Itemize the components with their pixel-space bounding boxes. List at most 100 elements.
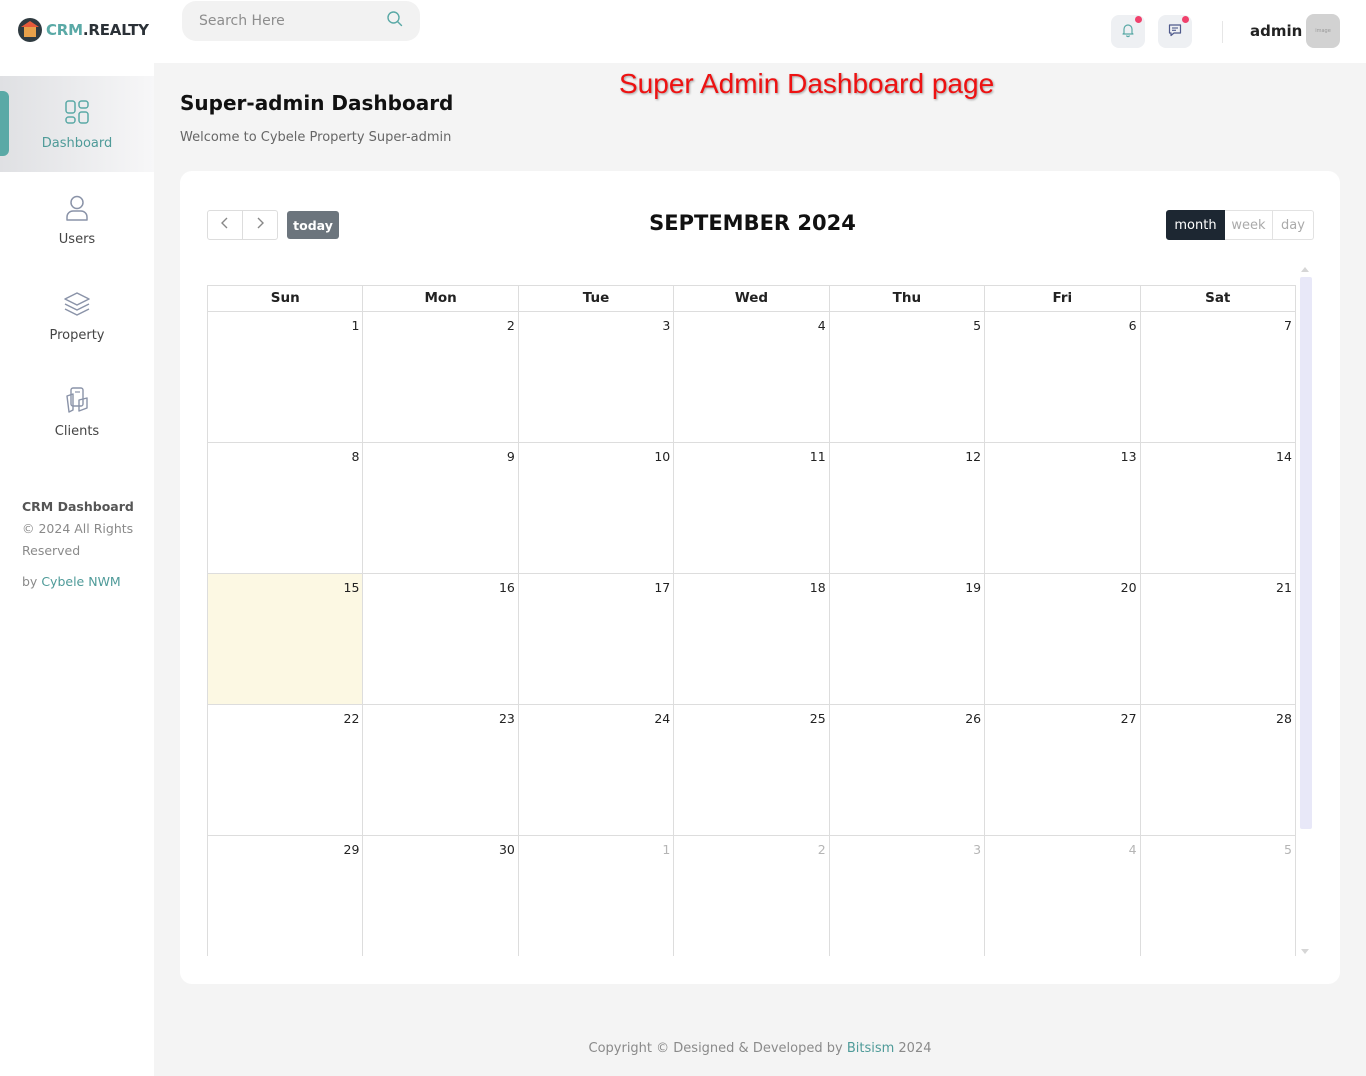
weekday-header: Wed bbox=[673, 286, 828, 311]
sidebar-brand: CRM Dashboard bbox=[22, 499, 134, 514]
logo[interactable]: CRM.REALTY bbox=[18, 18, 149, 42]
calendar-day-cell-other-month[interactable]: 2 bbox=[673, 836, 828, 956]
top-header: CRM.REALTY admin image bbox=[0, 0, 1366, 63]
day-number: 3 bbox=[973, 842, 982, 857]
calendar-day-cell[interactable]: 20 bbox=[984, 574, 1139, 704]
weekday-header: Thu bbox=[828, 286, 984, 311]
search-input[interactable] bbox=[182, 1, 382, 41]
day-number: 22 bbox=[343, 711, 360, 726]
calendar-day-cell[interactable]: 6 bbox=[984, 312, 1139, 442]
day-number: 5 bbox=[973, 318, 982, 333]
calendar-day-cell-other-month[interactable]: 1 bbox=[517, 836, 673, 956]
calendar-day-cell[interactable]: 27 bbox=[984, 705, 1139, 835]
sidebar-item-dashboard[interactable]: Dashboard bbox=[0, 76, 154, 172]
day-number: 1 bbox=[351, 318, 360, 333]
calendar-day-cell[interactable]: 26 bbox=[828, 705, 984, 835]
calendar-day-cell-other-month[interactable]: 3 bbox=[828, 836, 984, 956]
calendar-day-cell[interactable]: 13 bbox=[984, 443, 1139, 573]
calendar-day-cell[interactable]: 24 bbox=[517, 705, 673, 835]
weekday-header: Sat bbox=[1139, 286, 1295, 311]
day-number: 15 bbox=[343, 580, 360, 595]
calendar-day-cell[interactable]: 12 bbox=[828, 443, 984, 573]
calendar-day-cell[interactable]: 7 bbox=[1139, 312, 1295, 442]
calendar-day-cell[interactable]: 11 bbox=[673, 443, 828, 573]
notifications-button[interactable] bbox=[1111, 15, 1145, 48]
logo-crm: CRM bbox=[46, 21, 83, 39]
logo-text: CRM.REALTY bbox=[46, 21, 149, 39]
calendar-day-cell[interactable]: 14 bbox=[1139, 443, 1295, 573]
calendar-day-cell-other-month[interactable]: 4 bbox=[984, 836, 1139, 956]
day-number: 18 bbox=[809, 580, 826, 595]
day-number: 14 bbox=[1276, 449, 1292, 464]
calendar-day-cell[interactable]: 2 bbox=[362, 312, 517, 442]
day-number: 28 bbox=[1276, 711, 1292, 726]
calendar-week-row: 29 30 1 2 3 4 5 bbox=[207, 836, 1296, 956]
calendar-day-cell[interactable]: 29 bbox=[208, 836, 362, 956]
calendar-week-row: 22 23 24 25 26 27 28 bbox=[207, 705, 1296, 836]
sidebar-item-users[interactable]: Users bbox=[0, 172, 154, 268]
avatar-alt-text: image bbox=[1315, 28, 1331, 34]
day-number: 9 bbox=[506, 449, 515, 464]
weekday-header-row: Sun Mon Tue Wed Thu Fri Sat bbox=[207, 285, 1296, 312]
day-number: 19 bbox=[965, 580, 982, 595]
calendar-card: today SEPTEMBER 2024 month week day Sun … bbox=[180, 171, 1340, 984]
sidebar-item-label: Dashboard bbox=[41, 136, 113, 151]
calendar-day-cell[interactable]: 16 bbox=[362, 574, 517, 704]
calendar-day-cell[interactable]: 22 bbox=[208, 705, 362, 835]
calendar-day-cell[interactable]: 17 bbox=[517, 574, 673, 704]
active-indicator bbox=[0, 91, 9, 156]
day-number: 2 bbox=[817, 842, 826, 857]
layers-icon bbox=[63, 290, 91, 318]
scrollbar-thumb[interactable] bbox=[1300, 277, 1312, 829]
calendar-day-cell[interactable]: 25 bbox=[673, 705, 828, 835]
calendar-day-cell[interactable]: 19 bbox=[828, 574, 984, 704]
admin-name[interactable]: admin bbox=[1250, 22, 1302, 40]
avatar[interactable]: image bbox=[1306, 14, 1340, 48]
bell-icon bbox=[1120, 22, 1136, 42]
weekday-header: Sun bbox=[270, 290, 300, 306]
day-number: 2 bbox=[506, 318, 515, 333]
footer-link[interactable]: Bitsism bbox=[847, 1041, 894, 1056]
chat-icon bbox=[1167, 22, 1183, 42]
calendar-grid: Sun Mon Tue Wed Thu Fri Sat 1 2 3 4 5 6 … bbox=[207, 285, 1296, 956]
calendar-day-cell[interactable]: 21 bbox=[1139, 574, 1295, 704]
credit-link[interactable]: Cybele NWM bbox=[41, 574, 120, 589]
calendar-day-cell[interactable]: 28 bbox=[1139, 705, 1295, 835]
scroll-down-arrow-icon[interactable] bbox=[1301, 949, 1309, 954]
calendar-day-cell-other-month[interactable]: 5 bbox=[1139, 836, 1295, 956]
sidebar-item-label: Clients bbox=[54, 424, 100, 439]
view-week-button[interactable]: week bbox=[1225, 210, 1273, 240]
view-month-button[interactable]: month bbox=[1166, 210, 1225, 240]
search-box bbox=[182, 1, 420, 41]
calendar-scrollbar[interactable] bbox=[1298, 267, 1312, 954]
view-day-button[interactable]: day bbox=[1273, 210, 1314, 240]
calendar-day-cell[interactable]: 1 bbox=[208, 312, 362, 442]
messages-button[interactable] bbox=[1158, 15, 1192, 48]
page-annotation: Super Admin Dashboard page bbox=[619, 68, 995, 99]
calendar-day-cell[interactable]: 5 bbox=[828, 312, 984, 442]
sidebar-credit: by Cybele NWM bbox=[22, 571, 142, 593]
calendar-day-cell[interactable]: 8 bbox=[208, 443, 362, 573]
calendar-day-cell[interactable]: 10 bbox=[517, 443, 673, 573]
clients-icon bbox=[63, 386, 91, 414]
calendar-day-cell[interactable]: 3 bbox=[517, 312, 673, 442]
header-divider bbox=[1222, 21, 1223, 43]
day-number: 5 bbox=[1284, 842, 1292, 857]
calendar-day-cell[interactable]: 4 bbox=[673, 312, 828, 442]
scroll-up-arrow-icon[interactable] bbox=[1301, 267, 1309, 272]
day-number: 4 bbox=[1128, 842, 1137, 857]
day-number: 23 bbox=[498, 711, 515, 726]
calendar-day-cell[interactable]: 30 bbox=[362, 836, 517, 956]
message-badge bbox=[1182, 16, 1189, 23]
weekday-header: Mon bbox=[362, 286, 517, 311]
calendar-day-cell[interactable]: 18 bbox=[673, 574, 828, 704]
sidebar-item-property[interactable]: Property bbox=[0, 268, 154, 364]
sidebar-item-clients[interactable]: Clients bbox=[0, 364, 154, 460]
calendar-day-cell[interactable]: 9 bbox=[362, 443, 517, 573]
calendar-day-cell[interactable]: 23 bbox=[362, 705, 517, 835]
search-icon[interactable] bbox=[386, 10, 404, 28]
day-number: 3 bbox=[662, 318, 671, 333]
day-number: 8 bbox=[351, 449, 360, 464]
calendar-day-cell-today[interactable]: 15 bbox=[208, 574, 363, 704]
day-number: 21 bbox=[1276, 580, 1292, 595]
